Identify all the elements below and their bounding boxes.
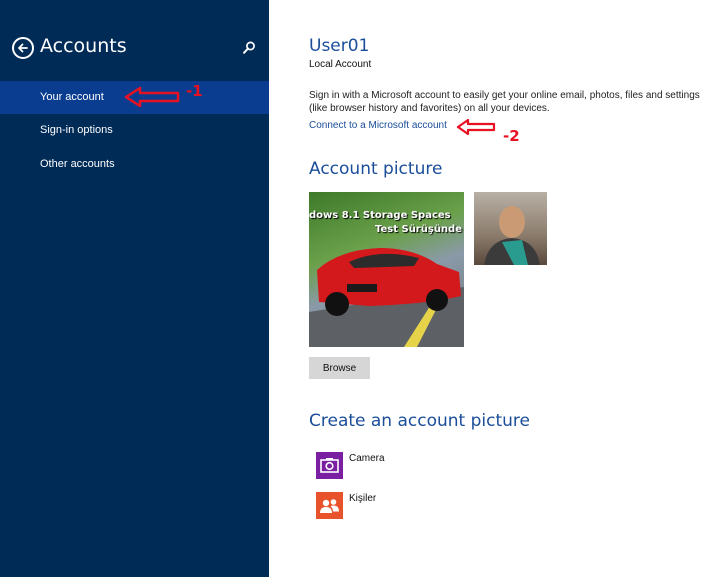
annotation-arrow-2 [456, 118, 496, 136]
sidebar-item-sign-in-options[interactable]: Sign-in options [0, 114, 269, 147]
people-label[interactable]: Kişiler [349, 493, 376, 504]
camera-option[interactable] [316, 452, 343, 479]
browse-button[interactable]: Browse [309, 357, 370, 379]
picture-caption-line1: dows 8.1 Storage Spaces [309, 210, 451, 221]
camera-label[interactable]: Camera [349, 453, 385, 464]
account-type: Local Account [309, 59, 372, 70]
back-arrow-circle-icon[interactable] [12, 37, 34, 59]
connect-microsoft-account-link[interactable]: Connect to a Microsoft account [309, 120, 447, 131]
sidebar-item-other-accounts[interactable]: Other accounts [0, 148, 269, 181]
person-photo-image [484, 206, 540, 265]
camera-icon [320, 458, 339, 473]
annotation-label-1: -1 [186, 82, 203, 100]
create-account-picture-heading: Create an account picture [309, 411, 530, 431]
account-description: Sign in with a Microsoft account to easi… [309, 90, 700, 114]
people-icon [320, 499, 339, 513]
account-username: User01 [309, 36, 370, 56]
current-account-picture: dows 8.1 Storage Spaces Test Sürüşünde [309, 192, 464, 347]
annotation-label-2: -2 [503, 127, 520, 145]
account-picture-heading: Account picture [309, 159, 443, 179]
main-content: User01 Local Account Sign in with a Micr… [269, 0, 718, 577]
search-icon[interactable] [241, 40, 257, 56]
annotation-arrow-1 [124, 86, 180, 108]
picture-caption-line2: Test Sürüşünde [375, 224, 462, 235]
previous-account-picture[interactable] [474, 192, 547, 265]
people-option[interactable] [316, 492, 343, 519]
sidebar-title: Accounts [40, 35, 127, 57]
